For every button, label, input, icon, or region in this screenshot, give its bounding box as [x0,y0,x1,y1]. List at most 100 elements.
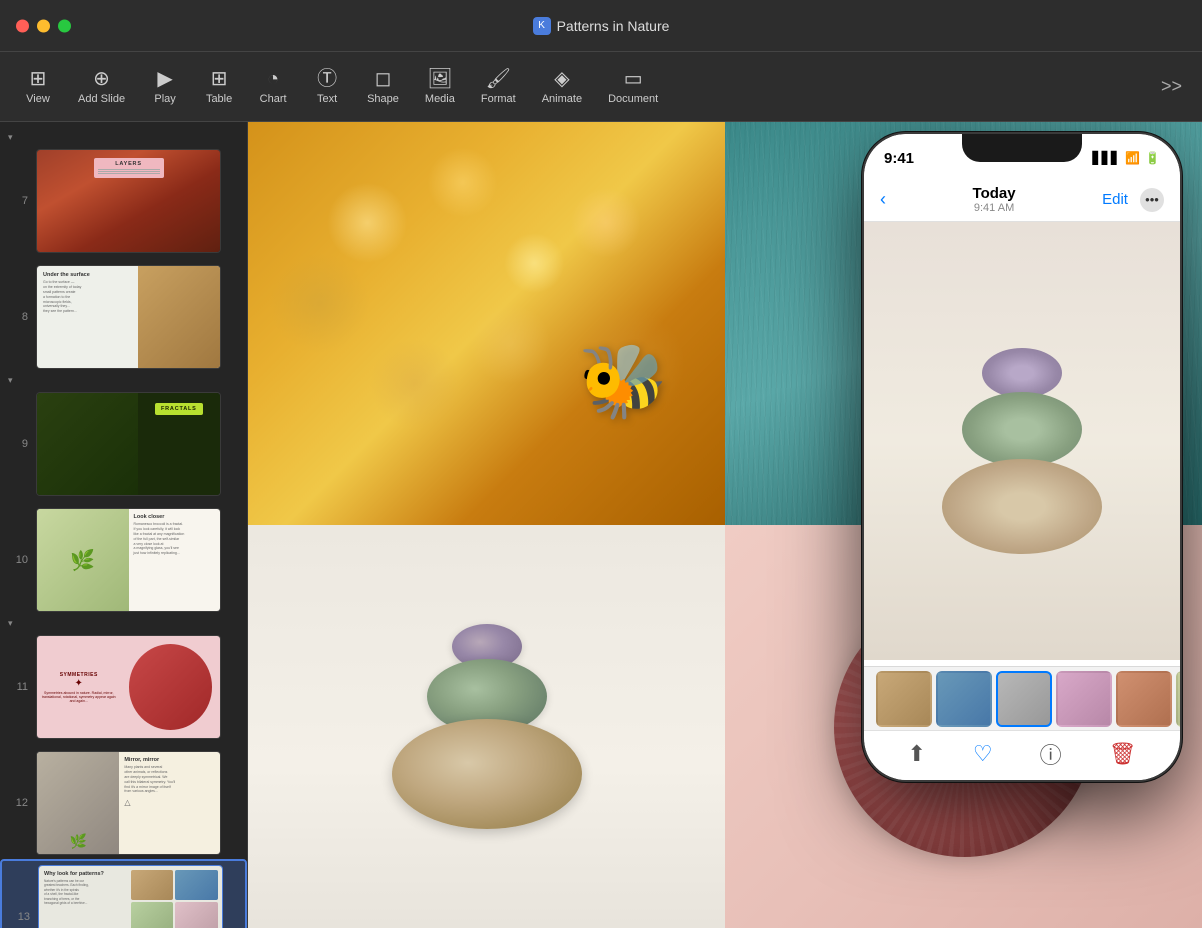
slide-panel[interactable]: ▾ 7 LAYERS [0,122,248,928]
status-icons: ▋▋▋ 📶 🔋 [1092,151,1160,165]
slide-thumb-13[interactable]: Why look for patterns? Nature's patterns… [38,865,223,928]
info-icon[interactable]: ⓘ [1040,738,1062,770]
document-icon: ▭ [624,69,643,89]
media-icon: 🖼 [427,69,452,89]
slide-item-11[interactable]: 11 SYMMETRIES ✦ Symmetries abound in nat… [0,631,247,743]
toolbar-media-label: Media [425,93,455,105]
wifi-icon: 📶 [1125,151,1140,165]
more-button[interactable]: ••• [1140,188,1164,212]
urchin-stack-photo [248,525,725,928]
filmstrip-thumb-5[interactable] [1116,671,1172,727]
toolbar-text[interactable]: Ⓣ Text [301,63,353,111]
toolbar-view-label: View [26,93,50,105]
app-icon: K [533,17,551,35]
toolbar-format-label: Format [481,93,516,105]
window-title: K Patterns in Nature [533,17,670,35]
slide-thumb-12[interactable]: 🌿 Mirror, mirror Many plants and several… [36,751,221,855]
toolbar-media[interactable]: 🖼 Media [413,63,467,111]
window-controls [16,19,71,32]
phone-screen: 9:41 ▋▋▋ 📶 🔋 ‹ Today 9:41 AM [864,134,1180,780]
maximize-button[interactable] [58,19,71,32]
chevron-down-icon: ▾ [8,132,13,143]
view-icon: ⊞ [30,69,47,89]
slide-item-10[interactable]: 10 🌿 Look closer Romanesco broccoli is a… [0,504,247,616]
phone-urchin-mid [962,392,1082,467]
slide-thumb-11[interactable]: SYMMETRIES ✦ Symmetries abound in nature… [36,635,221,739]
phone-filmstrip[interactable] [864,666,1180,730]
phone-frame: 9:41 ▋▋▋ 📶 🔋 ‹ Today 9:41 AM [862,132,1182,782]
filmstrip-thumb-4[interactable] [1056,671,1112,727]
toolbar-chart[interactable]: ◔ Chart [247,63,299,111]
table-icon: ⊞ [211,69,228,89]
canvas-area[interactable]: 🐝 [248,122,1202,928]
canvas-cell-bee: 🐝 [248,122,725,525]
slide-number-7: 7 [8,195,28,207]
chevron-icon-9: ▾ [8,375,13,386]
toolbar-view[interactable]: ⊞ View [12,63,64,111]
toolbar-shape-label: Shape [367,93,399,105]
toolbar-animate[interactable]: ◈ Animate [530,63,594,111]
honeycomb-photo: 🐝 [248,122,725,525]
slide-number-13: 13 [10,911,30,923]
slide-thumb-9[interactable]: FRACTALS [36,392,221,496]
nav-actions: Edit ••• [1102,188,1164,212]
phone-nav-bar: ‹ Today 9:41 AM Edit ••• [864,178,1180,222]
slide-number-12: 12 [8,797,28,809]
toolbar-document[interactable]: ▭ Document [596,63,670,111]
slide-thumb-7[interactable]: LAYERS [36,149,221,253]
filmstrip-thumb-6[interactable] [1176,671,1180,727]
toolbar-format[interactable]: 🖌 Format [469,63,528,111]
filmstrip-thumb-1[interactable] [876,671,932,727]
minimize-button[interactable] [37,19,50,32]
slide-number-8: 8 [8,311,28,323]
slide-number-11: 11 [8,681,28,693]
toolbar-table[interactable]: ⊞ Table [193,63,245,111]
phone-urchin-bot [942,459,1102,554]
slide-item-12[interactable]: 12 🌿 Mirror, mirror Many plants and seve… [0,747,247,859]
slide-group-header-9: ▾ [0,373,247,388]
urchin-stack-art [392,624,582,829]
slide-number-10: 10 [8,554,28,566]
window-title-text: Patterns in Nature [557,18,670,34]
slide-group-9: ▾ 9 FRACTALS [0,373,247,500]
title-bar: K Patterns in Nature [0,0,1202,52]
toolbar-play[interactable]: ▶ Play [139,63,191,111]
slide-number-9: 9 [8,438,28,450]
phone-toolbar: ⬆ ♡ ⓘ 🗑 [864,730,1180,780]
toolbar-play-label: Play [154,93,175,105]
edit-button[interactable]: Edit [1102,191,1128,208]
slide-group-11: ▾ 11 SYMMETRIES ✦ Symmetries abound in n… [0,616,247,743]
toolbar-more-button[interactable]: >> [1153,70,1190,103]
slide-thumb-10[interactable]: 🌿 Look closer Romanesco broccoli is a fr… [36,508,221,612]
canvas-cell-urchin-stack [248,525,725,928]
chevron-icon-11: ▾ [8,618,13,629]
nav-title-sub: 9:41 AM [973,202,1016,214]
urchin-bot [392,719,582,829]
toolbar-shape[interactable]: ◻ Shape [355,63,411,111]
nav-title-group: Today 9:41 AM [973,185,1016,214]
slide-item-7[interactable]: 7 LAYERS [0,145,247,257]
nav-title-text: Today [973,185,1016,202]
filmstrip-thumb-2[interactable] [936,671,992,727]
delete-icon[interactable]: 🗑 [1109,741,1137,767]
toolbar-text-label: Text [317,93,337,105]
toolbar-chart-label: Chart [260,93,287,105]
favorite-icon[interactable]: ♡ [973,741,993,767]
phone-overlay: 9:41 ▋▋▋ 📶 🔋 ‹ Today 9:41 AM [862,132,1182,782]
bee-image: 🐝 [578,339,668,424]
phone-urchin-large [942,348,1102,554]
slide-item-9[interactable]: 9 FRACTALS [0,388,247,500]
close-button[interactable] [16,19,29,32]
back-button[interactable]: ‹ [880,189,886,210]
slide-group-header-7: ▾ [0,130,247,145]
status-time: 9:41 [884,150,914,167]
play-icon: ▶ [157,69,172,89]
slide-thumb-8[interactable]: Under the surface Go to the surface —on … [36,265,221,369]
phone-urchin-top [982,348,1062,398]
share-icon[interactable]: ⬆ [907,741,925,767]
toolbar-table-label: Table [206,93,232,105]
filmstrip-thumb-3[interactable] [996,671,1052,727]
toolbar-add-slide[interactable]: ⊕ Add Slide [66,63,137,111]
slide-item-13[interactable]: 13 Why look for patterns? Nature's patte… [0,859,247,928]
slide-item-8[interactable]: 8 Under the surface Go to the surface —o… [0,261,247,373]
